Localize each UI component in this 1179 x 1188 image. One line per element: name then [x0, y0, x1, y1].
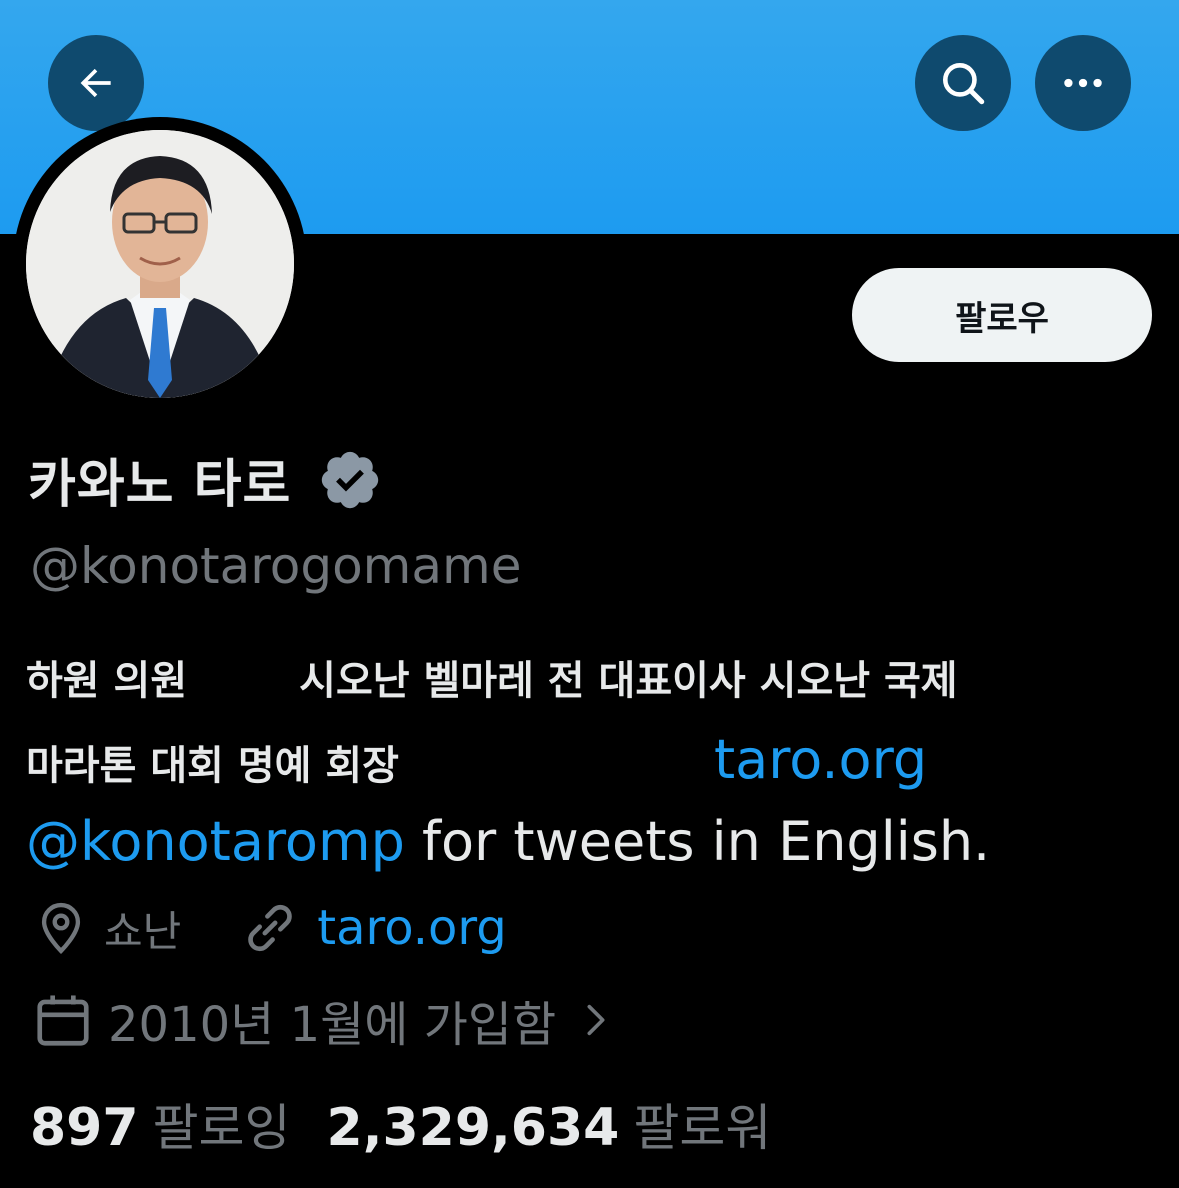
- following-label: 팔로잉: [152, 1099, 291, 1157]
- follow-button[interactable]: 팔로우: [852, 268, 1152, 362]
- bio-text: for tweets in English.: [404, 810, 991, 873]
- bio-text: 마라톤 대회 명예 회장: [26, 743, 399, 789]
- display-name: 카와노 타로: [28, 455, 292, 515]
- back-button[interactable]: [48, 35, 144, 131]
- bio-text: 시오난 벨마레 전 대표이사 시오난 국제: [299, 658, 958, 704]
- follow-stats: 897 팔로잉 2,329,634 팔로워: [30, 1088, 771, 1160]
- followers-count: 2,329,634: [326, 1098, 620, 1158]
- search-button[interactable]: [915, 35, 1011, 131]
- profile-meta-row: 쇼난 taro.org: [32, 897, 507, 959]
- followers-stat[interactable]: 2,329,634 팔로워: [327, 1088, 772, 1160]
- following-stat[interactable]: 897 팔로잉: [30, 1088, 291, 1160]
- bio-line-1: 하원 의원 시오난 벨마레 전 대표이사 시오난 국제: [26, 648, 958, 706]
- website-link[interactable]: taro.org: [317, 900, 506, 956]
- avatar-frame[interactable]: [13, 117, 307, 411]
- bio-line-3: @konotaromp for tweets in English.: [26, 810, 990, 873]
- bio-line-2: 마라톤 대회 명예 회장: [26, 733, 399, 791]
- avatar-photo: [26, 130, 294, 398]
- bio-text: 하원 의원: [26, 658, 188, 704]
- arrow-left-icon: [80, 68, 111, 98]
- chevron-right-icon: [587, 1004, 605, 1036]
- location-text: 쇼난: [104, 906, 182, 956]
- link-icon: [248, 904, 293, 952]
- calendar-icon: [37, 995, 89, 1046]
- display-name-row: 카와노 타로: [28, 442, 383, 517]
- verified-badge-icon[interactable]: [317, 447, 383, 513]
- followers-label: 팔로워: [633, 1099, 772, 1157]
- more-horizontal-icon: [1064, 78, 1102, 88]
- joined-row[interactable]: 2010년 1월에 가입함: [32, 985, 616, 1055]
- bio-mention-link[interactable]: @konotaromp: [26, 810, 405, 873]
- following-count: 897: [30, 1098, 139, 1158]
- location-pin-icon: [41, 902, 81, 955]
- bio-link[interactable]: taro.org: [714, 728, 927, 791]
- profile-handle: @konotarogomame: [30, 537, 522, 595]
- more-button[interactable]: [1035, 35, 1131, 131]
- search-icon: [943, 63, 985, 105]
- joined-date: 2010년 1월에 가입함: [108, 997, 557, 1053]
- avatar[interactable]: [26, 130, 294, 398]
